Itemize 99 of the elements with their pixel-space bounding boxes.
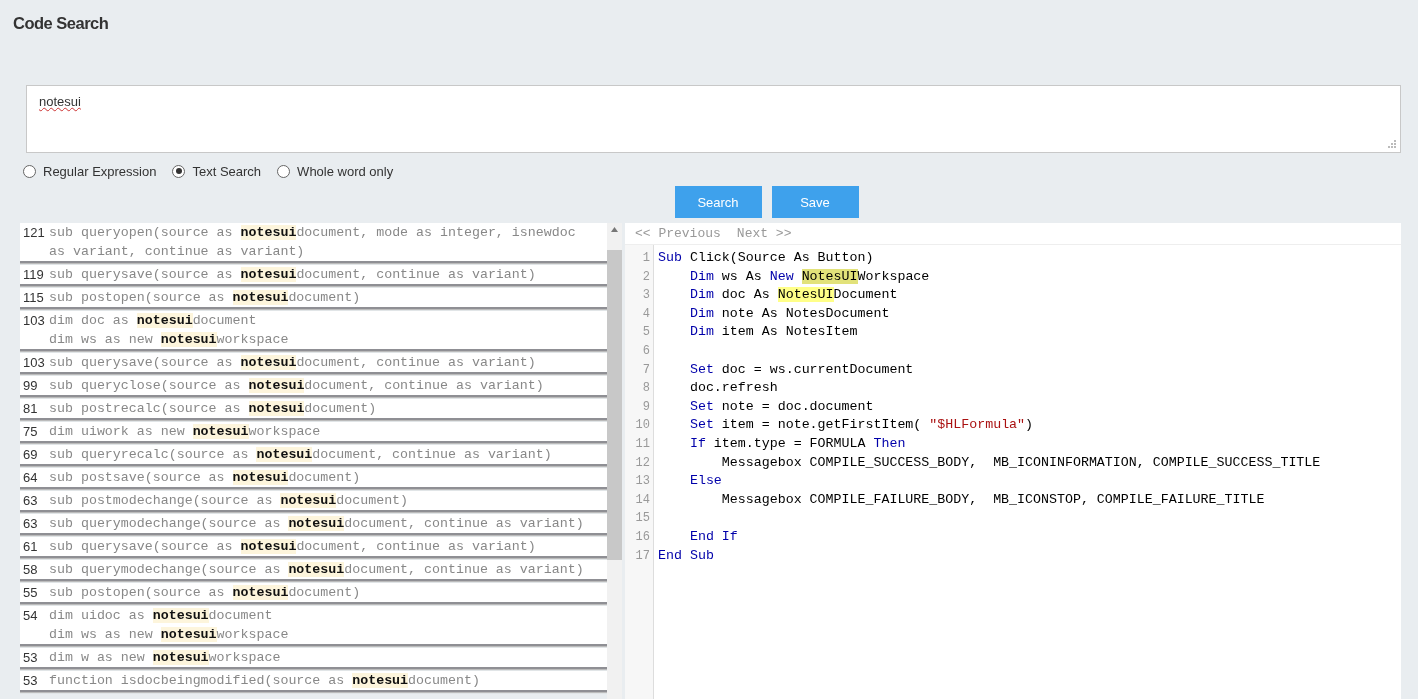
- result-line: dim ws as new notesuiworkspace: [49, 331, 290, 349]
- code-line: Dim ws As New NotesUIWorkspace: [688, 267, 931, 286]
- result-row[interactable]: 99 sub queryclose(source as notesuidocument, continue as variant): [20, 376, 607, 397]
- code-line: Set item = note.getFirstItem( "$HLFormula"): [688, 416, 1035, 435]
- result-line: sub postrecalc(source as notesuidocument): [49, 400, 378, 418]
- result-line: dim doc as notesuidocument: [49, 312, 258, 330]
- match-count: 58: [23, 561, 39, 579]
- result-row[interactable]: 119 sub querysave(source as notesuidocument, continue as variant): [20, 265, 607, 286]
- line-number: 13: [634, 473, 651, 491]
- code-line: Dim item As NotesItem: [688, 323, 859, 342]
- result-row[interactable]: 103 sub querysave(source as notesuidocument, continue as variant): [20, 353, 607, 374]
- result-row[interactable]: 81 sub postrecalc(source as notesuidocument): [20, 399, 607, 420]
- result-row[interactable]: 69 sub queryrecalc(source as notesuidocument, continue as variant): [20, 445, 607, 466]
- result-row[interactable]: 58 sub querymodechange(source as notesuidocument, continue as variant): [20, 560, 607, 581]
- result-row[interactable]: 55 sub postopen(source as notesuidocument): [20, 583, 607, 604]
- result-row[interactable]: 64 sub postsave(source as notesuidocument): [20, 468, 607, 489]
- code-line: If item.type = FORMULA Then: [688, 434, 907, 453]
- code-line: Set doc = ws.currentDocument: [688, 360, 915, 379]
- line-number: 1: [641, 250, 651, 267]
- result-line: sub postopen(source as notesuidocument): [49, 289, 362, 307]
- result-line: sub querymodechange(source as notesuidocument, continue as variant): [49, 515, 585, 533]
- result-row[interactable]: 63 sub querymodechange(source as notesuidocument, continue as variant): [20, 514, 607, 535]
- scroll-up-icon[interactable]: [611, 227, 618, 232]
- result-line: sub querysave(source as notesuidocument, continue as variant): [49, 266, 537, 284]
- result-line: dim uidoc as notesuidocument: [49, 607, 274, 625]
- result-line: sub querysave(source as notesuidocument, continue as variant): [49, 538, 537, 556]
- search-text: notesui: [39, 94, 81, 109]
- code-line: Messagebox COMPILE_FAILURE_BODY, MB_ICONSTOP, COMPILE_FAILURE_TITLE: [720, 490, 1266, 509]
- match-count: 75: [23, 423, 39, 441]
- radio-label: Text Search: [192, 163, 262, 179]
- radio-button[interactable]: [277, 164, 291, 178]
- line-number: 5: [641, 324, 651, 342]
- line-number: 12: [634, 454, 651, 472]
- radio-button[interactable]: [172, 164, 186, 178]
- match-count: 55: [23, 584, 39, 602]
- match-count: 63: [23, 515, 39, 533]
- radio-button[interactable]: [23, 164, 36, 178]
- code-line: End Sub: [658, 546, 715, 565]
- result-line: sub querysave(source as notesuidocument, continue as variant): [49, 354, 537, 372]
- match-count: 115: [23, 289, 45, 307]
- result-row[interactable]: 121 sub queryopen(source as notesuidocument, mode as integer, isnewdoc as variant, continue as variant): [20, 223, 607, 263]
- line-number: 9: [641, 398, 651, 416]
- page-title: Code Search: [13, 13, 110, 34]
- match-count: 53: [23, 649, 39, 667]
- code-line: Else: [688, 472, 723, 491]
- match-count: 61: [23, 538, 39, 556]
- match-count: 54: [23, 607, 39, 625]
- radio-label: Regular Expression: [43, 163, 157, 179]
- search-field[interactable]: notesui: [26, 85, 1401, 153]
- result-line: sub queryclose(source as notesuidocument, continue as variant): [49, 377, 545, 395]
- line-number: 10: [634, 417, 651, 435]
- code-line: Messagebox COMPILE_SUCCESS_BODY, MB_ICONINFORMATION, COMPILE_SUCCESS_TITLE: [720, 453, 1321, 472]
- code-line: Set note = doc.document: [688, 397, 875, 416]
- line-number: 2: [641, 268, 651, 286]
- result-row[interactable]: 53 dim w as new notesuiworkspace: [20, 648, 607, 669]
- match-count: 103: [23, 312, 46, 330]
- code-line: End If: [688, 527, 739, 546]
- result-line: sub queryrecalc(source as notesuidocument, continue as variant): [49, 446, 553, 464]
- line-number: 15: [634, 510, 651, 528]
- result-row[interactable]: 115 sub postopen(source as notesuidocument): [20, 288, 607, 309]
- line-number: 6: [641, 342, 651, 360]
- result-line: sub postmodechange(source as notesuidocument): [49, 492, 410, 510]
- line-number: 16: [634, 528, 651, 546]
- match-count: 81: [23, 400, 39, 418]
- result-line: dim ws as new notesuiworkspace: [49, 626, 290, 644]
- match-count: 53: [23, 672, 39, 690]
- match-count: 99: [23, 377, 39, 395]
- match-count: 69: [23, 446, 39, 464]
- result-line: sub queryopen(source as notesuidocument, mode as integer, isnewdoc as variant, continue as variant): [49, 224, 577, 261]
- code-line: Sub Click(Source As Button): [658, 249, 875, 267]
- scrollbar[interactable]: [607, 223, 622, 699]
- code-line: Dim note As NotesDocument: [688, 304, 891, 323]
- result-row[interactable]: 75 dim uiwork as new notesuiworkspace: [20, 422, 607, 443]
- result-line: sub querymodechange(source as notesuidocument, continue as variant): [49, 561, 585, 579]
- result-row[interactable]: 61 sub querysave(source as notesuidocument, continue as variant): [20, 537, 607, 558]
- match-count: 64: [23, 469, 39, 487]
- code-line: doc.refresh: [688, 379, 779, 398]
- result-line: function isdocbeingmodified(source as notesuidocument): [49, 672, 481, 690]
- result-row[interactable]: 63 sub postmodechange(source as notesuidocument): [20, 491, 607, 512]
- match-count: 103: [23, 354, 46, 372]
- match-count: 119: [23, 266, 45, 284]
- code-line: Dim doc As NotesUIDocument: [688, 286, 899, 305]
- line-number: 14: [634, 491, 651, 509]
- match-count: 63: [23, 492, 39, 510]
- result-line: sub postsave(source as notesuidocument): [49, 469, 362, 487]
- line-number: 4: [641, 305, 651, 323]
- line-number: 3: [641, 287, 651, 305]
- result-row[interactable]: 53 function isdocbeingmodified(source as notesuidocument): [20, 671, 607, 692]
- result-line: dim uiwork as new notesuiworkspace: [49, 423, 322, 441]
- line-number: 7: [641, 361, 651, 379]
- result-line: sub postopen(source as notesuidocument): [49, 584, 362, 602]
- result-line: dim w as new notesuiworkspace: [49, 649, 282, 667]
- line-number: 17: [634, 547, 651, 565]
- match-count: 121: [23, 224, 46, 242]
- scroll-thumb[interactable]: [607, 250, 622, 560]
- line-number: 11: [634, 435, 651, 453]
- radio-label: Whole word only: [297, 163, 394, 179]
- resize-grip-icon[interactable]: [1388, 140, 1397, 149]
- line-number: 8: [641, 380, 651, 398]
